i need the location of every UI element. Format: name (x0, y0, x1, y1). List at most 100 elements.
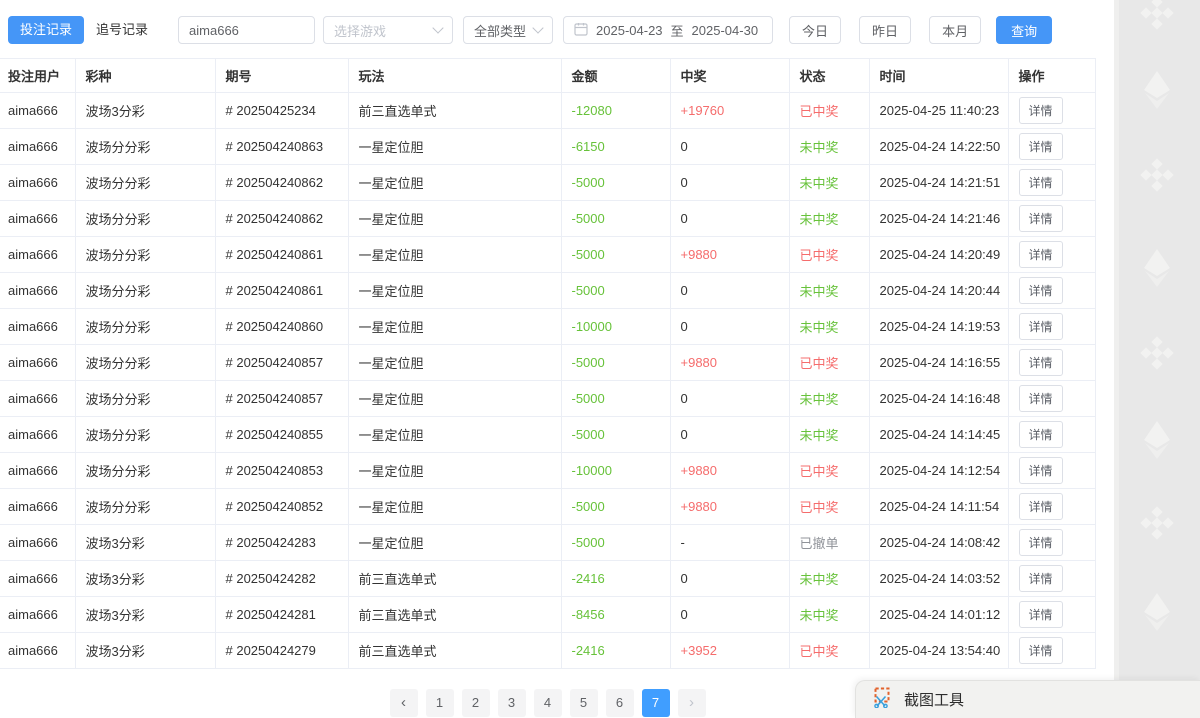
betting-records-page: 投注记录 追号记录 选择游戏 全部类型 2025-04-23 至 2025-04… (0, 0, 1200, 718)
detail-button[interactable]: 详情 (1019, 349, 1063, 376)
cell-user: aima666 (0, 633, 75, 669)
filter-toolbar: 投注记录 追号记录 选择游戏 全部类型 2025-04-23 至 2025-04… (8, 15, 1052, 45)
detail-button[interactable]: 详情 (1019, 169, 1063, 196)
game-select[interactable]: 选择游戏 (323, 16, 453, 44)
detail-button[interactable]: 详情 (1019, 637, 1063, 664)
cell-play: 一星定位胆 (348, 345, 561, 381)
detail-button[interactable]: 详情 (1019, 313, 1063, 340)
today-button[interactable]: 今日 (789, 16, 841, 44)
detail-button[interactable]: 详情 (1019, 601, 1063, 628)
strip-edge (1114, 0, 1119, 718)
detail-button[interactable]: 详情 (1019, 421, 1063, 448)
detail-button[interactable]: 详情 (1019, 205, 1063, 232)
page-next-button[interactable]: › (678, 689, 706, 717)
table-row: aima666波场分分彩# 202504240857一星定位胆-50000未中奖… (0, 381, 1095, 417)
cell-action: 详情 (1008, 633, 1095, 669)
page-button-2[interactable]: 2 (462, 689, 490, 717)
cell-period: # 20250424283 (215, 525, 348, 561)
cell-play: 前三直选单式 (348, 597, 561, 633)
cell-period: # 202504240855 (215, 417, 348, 453)
date-range-picker[interactable]: 2025-04-23 至 2025-04-30 (563, 16, 773, 44)
page-prev-button[interactable]: ‹ (390, 689, 418, 717)
cell-amount: -5000 (561, 381, 670, 417)
cell-status: 未中奖 (789, 165, 869, 201)
this-month-button[interactable]: 本月 (929, 16, 981, 44)
cell-period: # 20250424279 (215, 633, 348, 669)
cell-status: 未中奖 (789, 381, 869, 417)
cell-lottery: 波场分分彩 (75, 345, 215, 381)
snip-tool-icon (873, 687, 894, 713)
detail-button[interactable]: 详情 (1019, 133, 1063, 160)
snip-tool-label: 截图工具 (904, 689, 964, 710)
cell-action: 详情 (1008, 237, 1095, 273)
username-input[interactable] (178, 16, 315, 44)
date-separator: 至 (671, 21, 684, 40)
cell-time: 2025-04-24 14:14:45 (869, 417, 1008, 453)
cell-lottery: 波场3分彩 (75, 561, 215, 597)
cell-time: 2025-04-24 14:12:54 (869, 453, 1008, 489)
date-end: 2025-04-30 (692, 23, 759, 38)
yesterday-button[interactable]: 昨日 (859, 16, 911, 44)
cell-win: +19760 (670, 93, 789, 129)
cell-win: 0 (670, 417, 789, 453)
records-table-wrap: 投注用户彩种期号玩法金额中奖状态时间操作 aima666波场3分彩# 20250… (0, 58, 1096, 669)
page-button-5[interactable]: 5 (570, 689, 598, 717)
cell-time: 2025-04-24 14:20:49 (869, 237, 1008, 273)
cell-win: +3952 (670, 633, 789, 669)
cell-action: 详情 (1008, 93, 1095, 129)
game-select-placeholder: 选择游戏 (334, 21, 386, 40)
query-button[interactable]: 查询 (996, 16, 1052, 44)
cell-period: # 202504240857 (215, 381, 348, 417)
column-header-1: 彩种 (75, 59, 215, 93)
cell-amount: -5000 (561, 237, 670, 273)
cell-action: 详情 (1008, 309, 1095, 345)
cell-action: 详情 (1008, 345, 1095, 381)
cell-time: 2025-04-24 14:21:51 (869, 165, 1008, 201)
cell-action: 详情 (1008, 417, 1095, 453)
table-row: aima666波场3分彩# 20250424281前三直选单式-84560未中奖… (0, 597, 1095, 633)
page-button-6[interactable]: 6 (606, 689, 634, 717)
cell-lottery: 波场分分彩 (75, 273, 215, 309)
cell-status: 未中奖 (789, 597, 869, 633)
cell-lottery: 波场3分彩 (75, 93, 215, 129)
cell-win: - (670, 525, 789, 561)
detail-button[interactable]: 详情 (1019, 277, 1063, 304)
cell-action: 详情 (1008, 489, 1095, 525)
cell-time: 2025-04-25 11:40:23 (869, 93, 1008, 129)
table-row: aima666波场分分彩# 202504240862一星定位胆-50000未中奖… (0, 201, 1095, 237)
cell-amount: -10000 (561, 309, 670, 345)
cell-user: aima666 (0, 525, 75, 561)
detail-button[interactable]: 详情 (1019, 493, 1063, 520)
detail-button[interactable]: 详情 (1019, 457, 1063, 484)
cell-period: # 20250424282 (215, 561, 348, 597)
cell-lottery: 波场分分彩 (75, 417, 215, 453)
detail-button[interactable]: 详情 (1019, 529, 1063, 556)
cell-user: aima666 (0, 129, 75, 165)
cell-time: 2025-04-24 14:03:52 (869, 561, 1008, 597)
detail-button[interactable]: 详情 (1019, 97, 1063, 124)
page-button-4[interactable]: 4 (534, 689, 562, 717)
cell-period: # 202504240860 (215, 309, 348, 345)
cell-win: 0 (670, 129, 789, 165)
tab-chase-records[interactable]: 追号记录 (84, 16, 160, 44)
detail-button[interactable]: 详情 (1019, 385, 1063, 412)
cell-user: aima666 (0, 345, 75, 381)
tab-bet-records[interactable]: 投注记录 (8, 16, 84, 44)
ethereum-icon (1142, 248, 1172, 293)
cell-play: 前三直选单式 (348, 561, 561, 597)
cell-time: 2025-04-24 13:54:40 (869, 633, 1008, 669)
cell-user: aima666 (0, 561, 75, 597)
type-select[interactable]: 全部类型 (463, 16, 553, 44)
cell-action: 详情 (1008, 201, 1095, 237)
watermark-strip (1114, 0, 1200, 718)
snip-tool-panel[interactable]: 截图工具 (855, 680, 1200, 718)
page-button-1[interactable]: 1 (426, 689, 454, 717)
detail-button[interactable]: 详情 (1019, 565, 1063, 592)
ethereum-icon (1142, 70, 1172, 115)
table-row: aima666波场3分彩# 20250424283一星定位胆-5000-已撤单2… (0, 525, 1095, 561)
page-button-3[interactable]: 3 (498, 689, 526, 717)
cell-amount: -5000 (561, 273, 670, 309)
cell-lottery: 波场分分彩 (75, 237, 215, 273)
detail-button[interactable]: 详情 (1019, 241, 1063, 268)
page-button-7[interactable]: 7 (642, 689, 670, 717)
